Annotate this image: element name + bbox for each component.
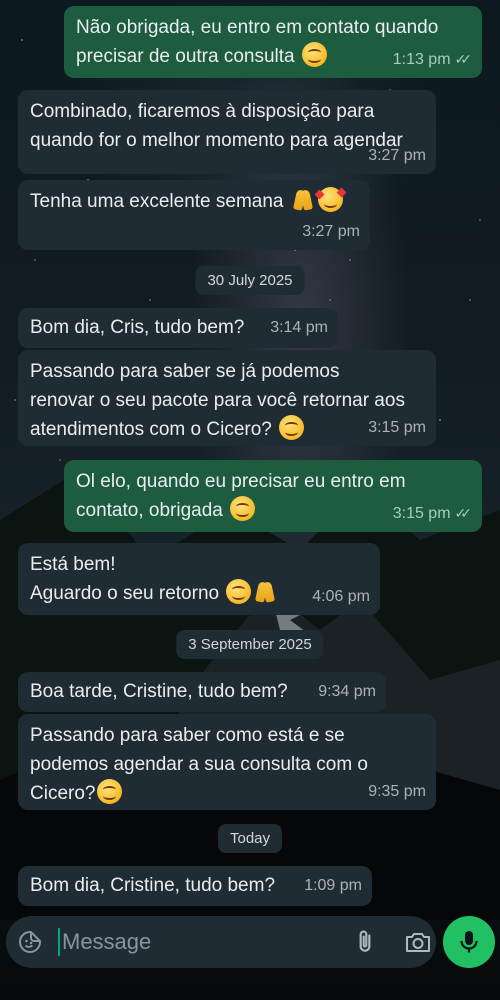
message-time: 3:14 pm — [270, 319, 328, 336]
message-time: 9:34 pm — [318, 683, 376, 700]
double-check-icon: ✓✓ — [454, 51, 473, 67]
message-time: 1:09 pm — [304, 877, 362, 894]
message-incoming[interactable]: Bom dia, Cris, tudo bem? 3:14 pm — [18, 308, 338, 348]
sticker-icon[interactable] — [18, 930, 42, 954]
date-chip: 30 July 2025 — [195, 266, 305, 295]
message-time: 4:06 pm — [312, 588, 370, 605]
message-input[interactable]: Message — [62, 929, 151, 955]
message-incoming[interactable]: Combinado, ficaremos à disposição para q… — [18, 90, 436, 174]
double-check-icon: ✓✓ — [454, 505, 473, 521]
message-incoming[interactable]: Passando para saber se já podemos renova… — [18, 350, 436, 446]
message-time: 3:27 pm — [368, 147, 426, 164]
pray-emoji-icon — [253, 579, 278, 604]
message-outgoing[interactable]: Ol elo, quando eu precisar eu entro em c… — [64, 460, 482, 532]
message-text: Combinado, ficaremos à disposição para q… — [30, 101, 403, 151]
voice-message-button[interactable] — [443, 916, 495, 968]
smile-emoji-icon — [230, 496, 256, 521]
message-list[interactable]: Não obrigada, eu entro em contato quando… — [0, 0, 500, 915]
message-text: Passando para saber como está e se podem… — [30, 725, 368, 804]
paperclip-icon[interactable] — [352, 929, 378, 955]
message-time: 3:15 pm — [368, 419, 426, 436]
message-input-bar[interactable]: Message — [6, 916, 436, 968]
smile-emoji-icon — [279, 415, 305, 440]
camera-icon[interactable] — [404, 929, 432, 955]
date-chip: 3 September 2025 — [176, 630, 324, 659]
message-time: 9:35 pm — [368, 783, 426, 800]
message-incoming[interactable]: Passando para saber como está e se podem… — [18, 714, 436, 810]
message-meta: 1:13 pm ✓✓ — [393, 45, 472, 74]
message-incoming[interactable]: Tenha uma excelente semana 3:27 pm — [18, 180, 370, 250]
mic-icon — [460, 931, 478, 953]
message-outgoing[interactable]: Não obrigada, eu entro em contato quando… — [64, 6, 482, 78]
message-text: Passando para saber se já podemos renova… — [30, 361, 405, 440]
smile-emoji-icon — [301, 42, 327, 67]
message-text: Tenha uma excelente semana — [30, 187, 358, 216]
pray-emoji-icon — [291, 187, 316, 212]
text-cursor — [58, 928, 60, 956]
message-incoming[interactable]: Bom dia, Cristine, tudo bem? 1:09 pm — [18, 866, 372, 906]
message-time: 3:27 pm — [302, 223, 360, 240]
smile-emoji-icon — [97, 779, 123, 804]
message-meta: 3:15 pm ✓✓ — [393, 499, 472, 528]
date-chip: Today — [217, 824, 283, 853]
smile-emoji-icon — [226, 579, 252, 604]
message-incoming[interactable]: Boa tarde, Cristine, tudo bem? 9:34 pm — [18, 672, 386, 712]
smiling-hearts-emoji-icon — [314, 187, 347, 212]
message-incoming[interactable]: Está bem! Aguardo o seu retorno 4:06 pm — [18, 543, 380, 615]
